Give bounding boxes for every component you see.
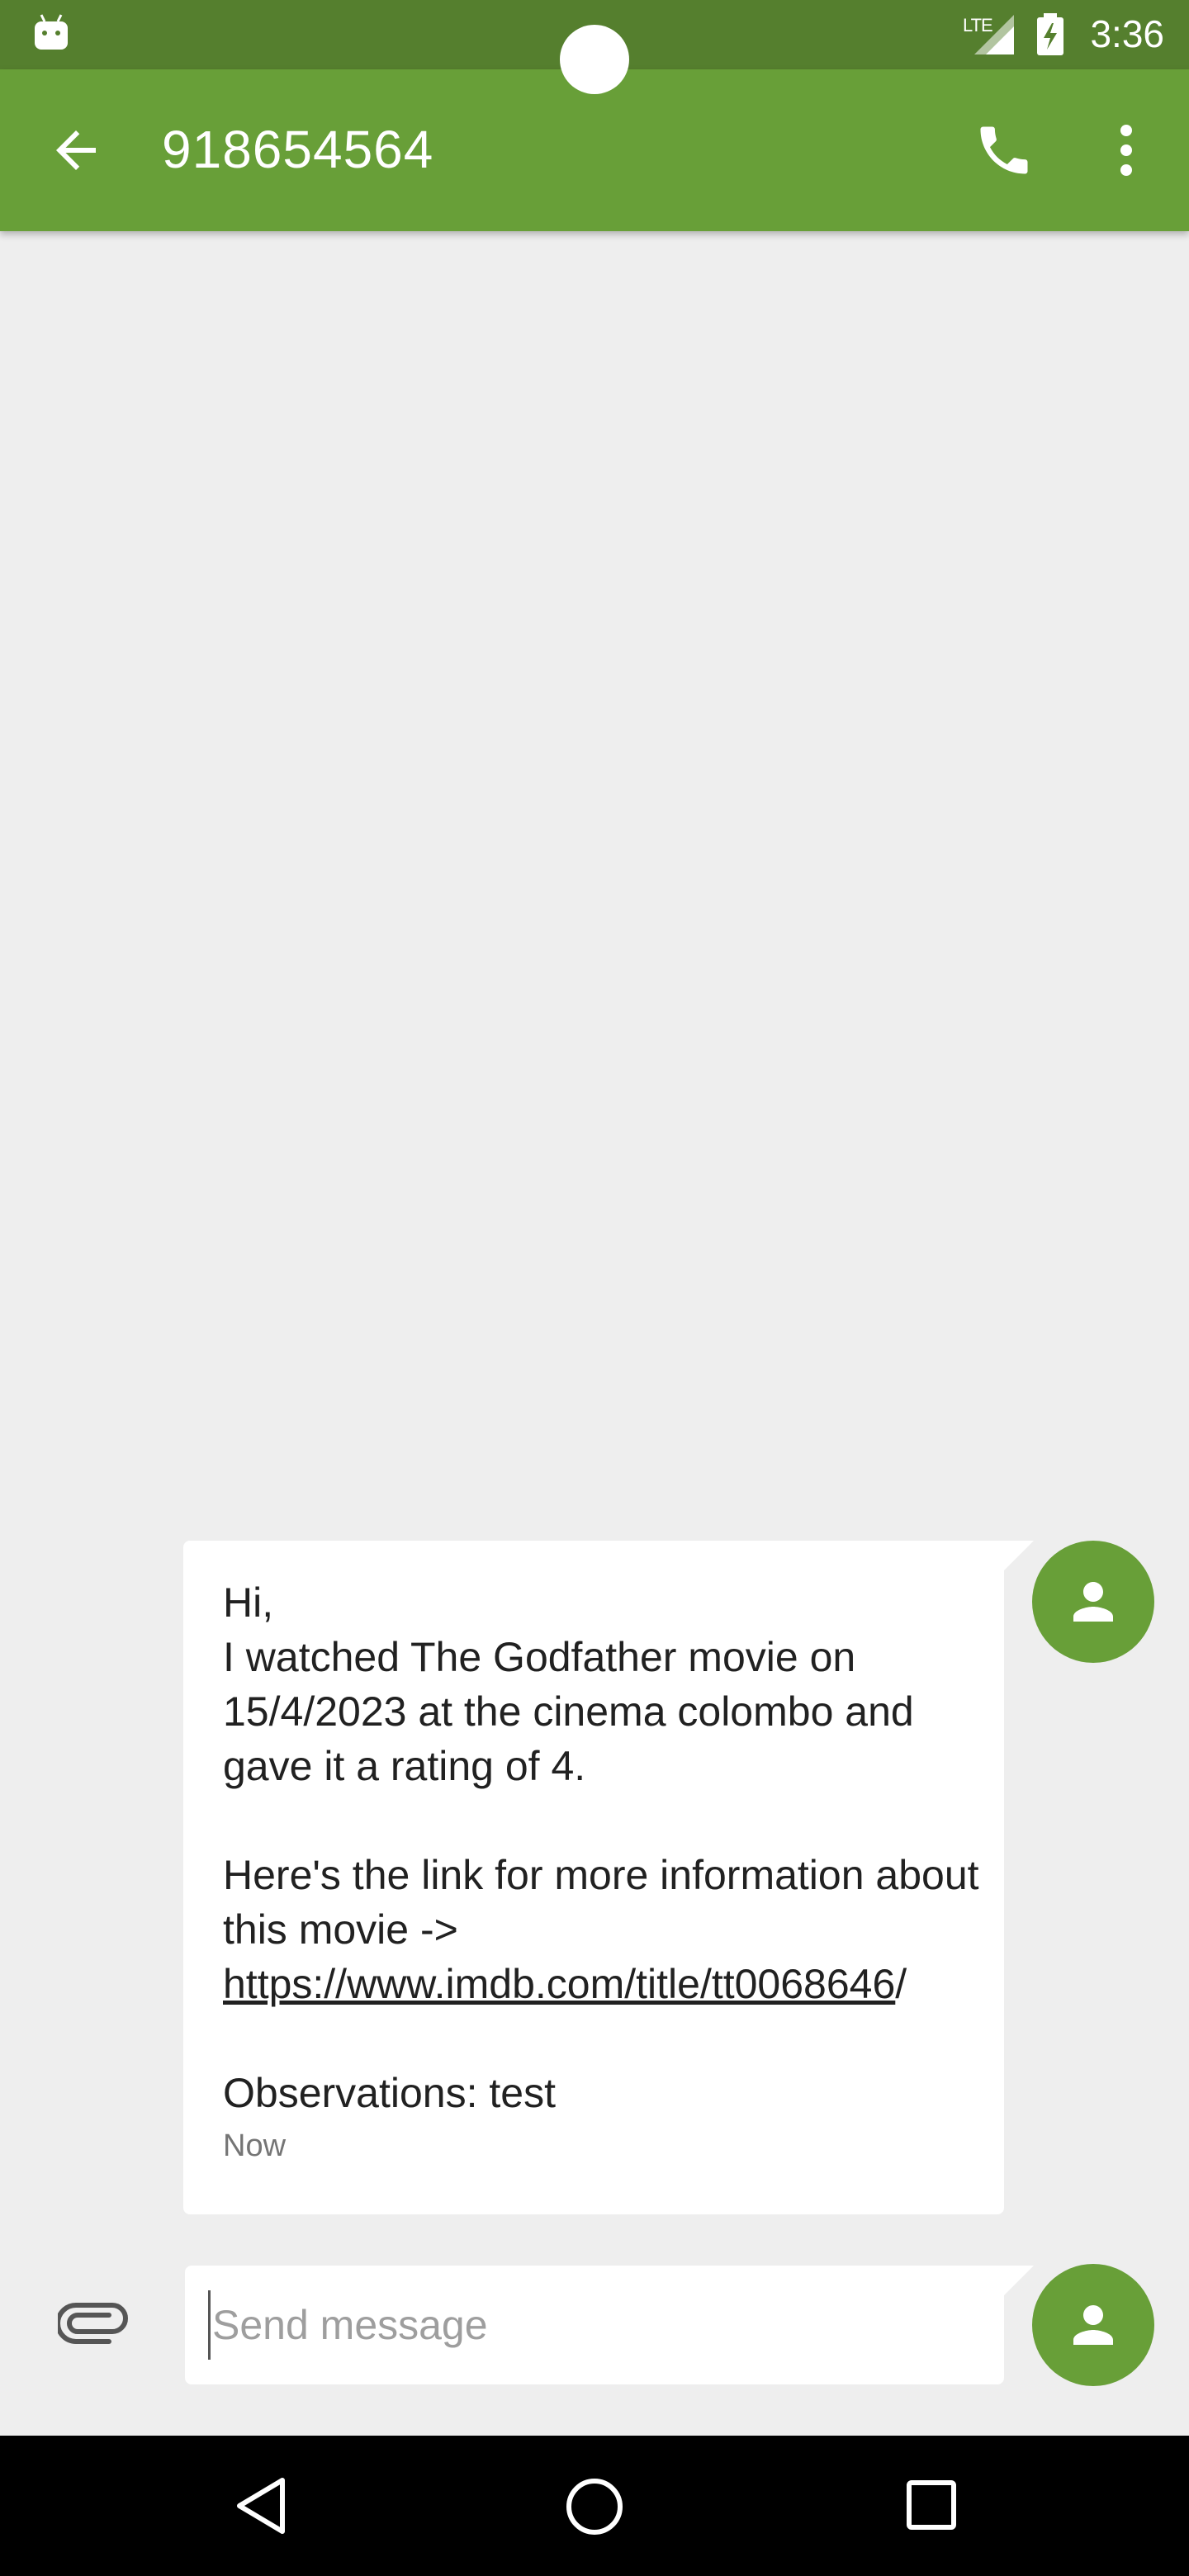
message-link-line: Here's the link for more information abo… xyxy=(223,1848,983,2011)
more-vert-icon xyxy=(1106,125,1146,185)
message-observations: Observations: test xyxy=(223,2070,556,2116)
message-input[interactable] xyxy=(208,2290,976,2360)
message-body: Hi, I watched The Godfather movie on 15/… xyxy=(223,1575,983,2120)
compose-tail xyxy=(1002,2266,1034,2297)
send-avatar-button[interactable] xyxy=(1032,2264,1154,2386)
message-link-suffix: / xyxy=(895,1961,907,2007)
battery-icon xyxy=(1035,13,1065,60)
attach-button[interactable] xyxy=(55,2297,129,2353)
navigation-bar xyxy=(0,2436,1189,2576)
compose-box xyxy=(185,2266,1004,2384)
attach-icon xyxy=(55,2303,129,2353)
person-icon xyxy=(1073,2305,1113,2345)
nav-home-icon[interactable] xyxy=(565,2477,624,2540)
avatar[interactable] xyxy=(1032,1541,1154,1663)
status-bar: LTE 3:36 xyxy=(0,0,1189,94)
nav-recents-icon[interactable] xyxy=(905,2479,958,2536)
message-line: I watched The Godfather movie on 15/4/20… xyxy=(223,1634,914,1789)
nav-back-icon[interactable] xyxy=(233,2475,291,2540)
call-button[interactable] xyxy=(973,119,1035,182)
status-clock: 3:36 xyxy=(1090,12,1164,55)
more-options-button[interactable] xyxy=(1106,119,1146,182)
message-greeting: Hi, xyxy=(223,1579,274,1626)
phone-icon xyxy=(973,126,1035,185)
imdb-link[interactable]: https://www.imdb.com/title/tt0068646 xyxy=(223,1961,895,2007)
message-link-prefix: Here's the link for more information abo… xyxy=(223,1852,979,1953)
camera-cutout xyxy=(560,25,629,94)
bubble-tail xyxy=(1002,1541,1034,1572)
message-timestamp: Now xyxy=(223,2129,287,2163)
android-icon xyxy=(33,13,69,57)
back-button[interactable] xyxy=(46,121,106,180)
person-icon xyxy=(1073,1582,1113,1622)
contact-title: 918654564 xyxy=(162,120,434,179)
back-arrow-icon xyxy=(46,130,106,183)
signal-icon xyxy=(973,15,1016,60)
message-bubble[interactable]: Hi, I watched The Godfather movie on 15/… xyxy=(183,1541,1004,2214)
